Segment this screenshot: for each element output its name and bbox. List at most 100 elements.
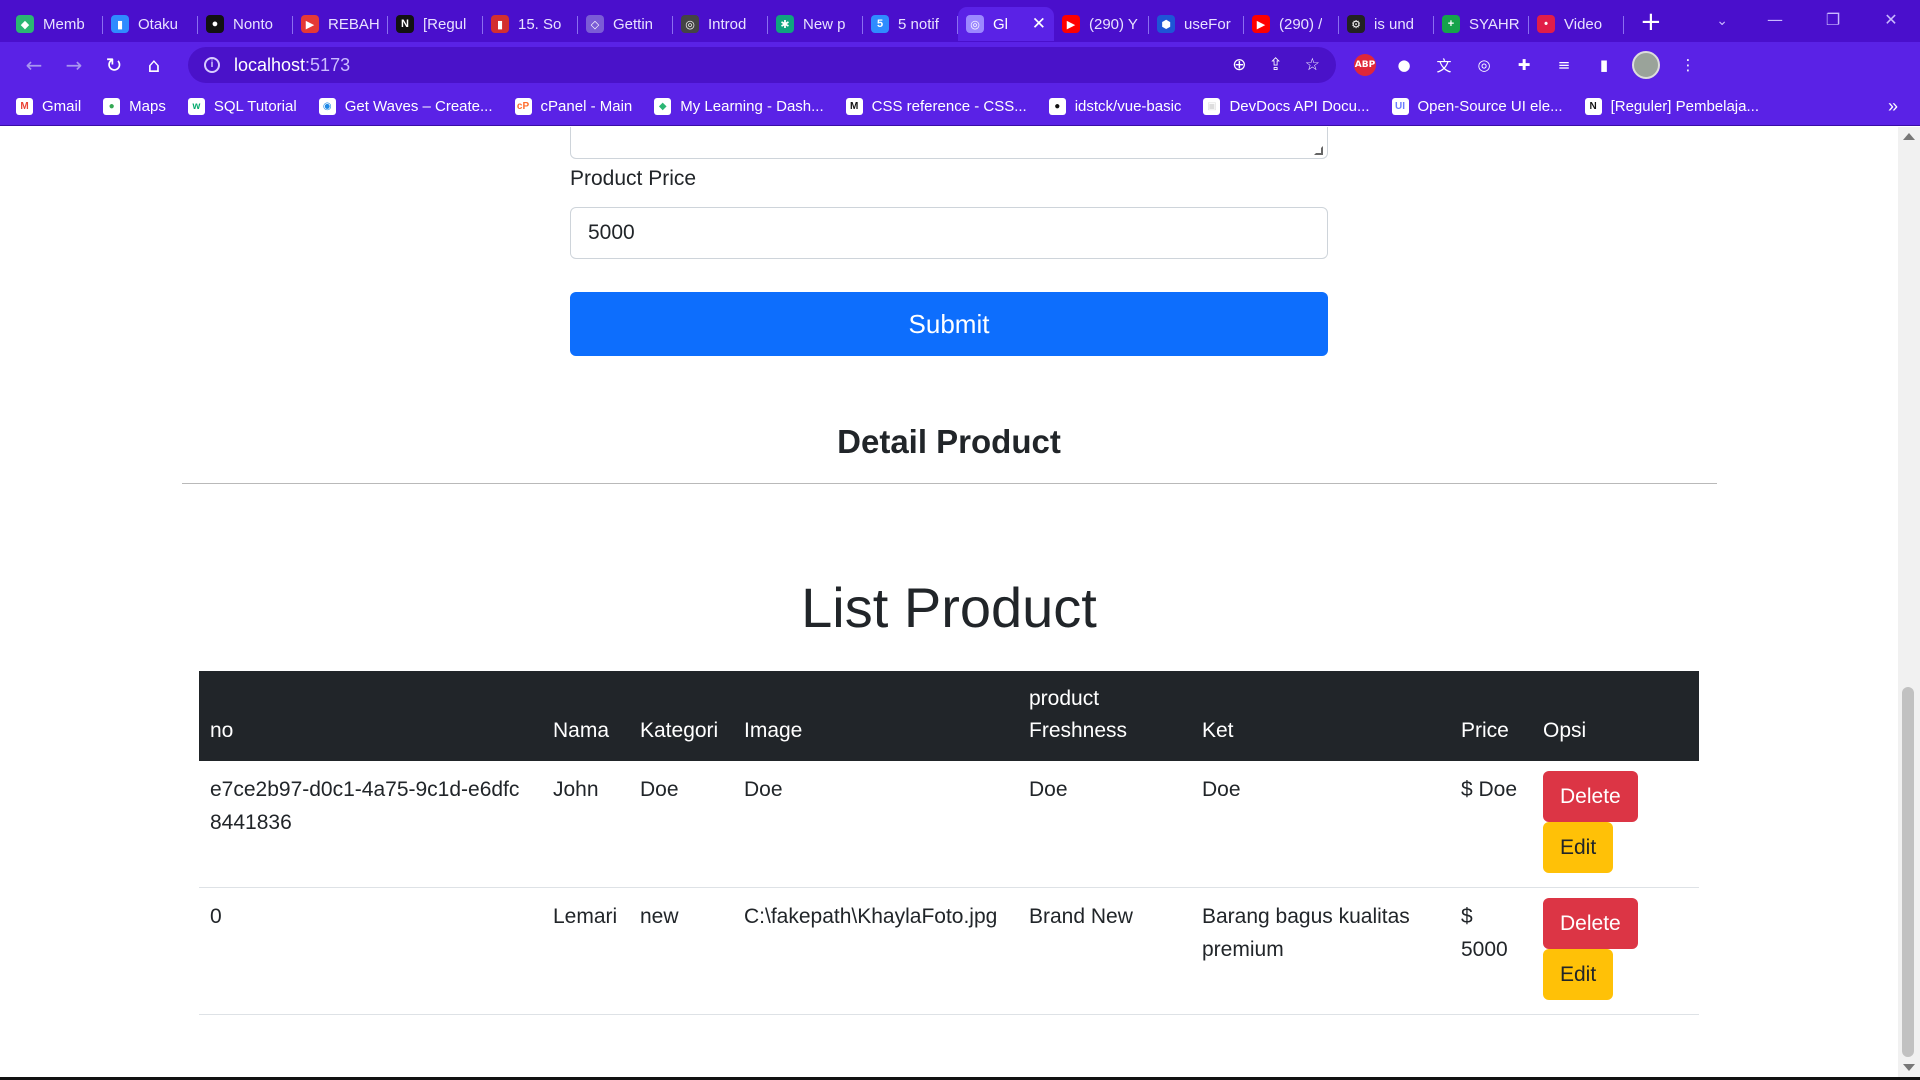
delete-button[interactable]: Delete [1543,771,1638,822]
extension-dark-icon[interactable]: ● [1392,53,1416,77]
browser-tab[interactable]: ▮ 15. So [483,7,578,41]
tab-favicon-icon: ✱ [776,15,794,33]
zoom-icon[interactable]: ⊕ [1232,55,1246,75]
scroll-up-icon[interactable] [1903,133,1915,140]
tab-favicon-icon: ◎ [966,15,984,33]
tab-favicon-icon: ⚙ [1347,15,1365,33]
cell-price: $ Doe [1450,761,1532,888]
submit-button[interactable]: Submit [570,292,1328,356]
tab-label: useFor [1184,15,1231,33]
back-arrow-icon[interactable]: ← [14,53,54,77]
delete-button[interactable]: Delete [1543,898,1638,949]
side-panel-icon[interactable]: ▮ [1592,53,1616,77]
bookmarks-overflow-icon[interactable]: » [1888,96,1898,117]
tab-favicon-icon: ▮ [491,15,509,33]
browser-tab[interactable]: ▶ (290) Y [1054,7,1149,41]
browser-tab[interactable]: ◎ Gl ✕ [958,7,1054,41]
bookmark-favicon-icon: ▣ [1203,98,1221,115]
forward-arrow-icon[interactable]: → [54,53,94,77]
bookmark-item[interactable]: UI Open-Source UI ele... [1391,98,1563,115]
home-icon[interactable]: ⌂ [134,53,174,77]
edit-button[interactable]: Edit [1543,949,1614,1000]
bookmark-item[interactable]: N [Reguler] Pembelaja... [1584,98,1759,115]
bookmark-item[interactable]: cP cPanel - Main [514,98,633,115]
minimize-icon[interactable]: — [1746,0,1804,42]
scroll-thumb[interactable] [1902,687,1914,1057]
tab-label: Video [1564,15,1603,33]
cell-no: 0 [199,887,542,1015]
profile-avatar[interactable] [1632,51,1660,79]
tab-label: Gettin [613,15,654,33]
translate-icon[interactable]: 文 [1432,53,1456,77]
close-window-icon[interactable]: ✕ [1862,0,1920,42]
cell-no: e7ce2b97-d0c1-4a75-9c1d-e6dfc8441836 [199,761,542,888]
restore-icon[interactable]: ❐ [1804,0,1862,42]
media-queue-icon[interactable]: ≡ [1552,53,1576,77]
browser-tab[interactable]: • Video [1529,7,1624,41]
browser-tab[interactable]: ◆ Memb [8,7,103,41]
cell-image: C:\fakepath\KhaylaFoto.jpg [733,887,1018,1015]
header-kategori: Kategori [629,671,733,761]
tab-label: Gl [993,15,1008,33]
bookmark-item[interactable]: w SQL Tutorial [187,98,297,115]
tab-label: 5 notif [898,15,939,33]
bookmark-item[interactable]: ● Maps [103,98,166,115]
page-scrollbar[interactable] [1898,127,1920,1077]
browser-tab[interactable]: ▮ Otaku [103,7,198,41]
cell-nama: John [542,761,629,888]
browser-tab[interactable]: ⚙ is und [1339,7,1434,41]
browser-tab[interactable]: ◇ Gettin [578,7,673,41]
bookmark-label: [Reguler] Pembelaja... [1610,98,1759,115]
browser-tab[interactable]: ✱ New p [768,7,863,41]
bookmark-favicon-icon: UI [1391,98,1409,115]
cell-kategori: new [629,887,733,1015]
tab-label: Introd [708,15,747,33]
resize-grip-icon[interactable] [1314,146,1323,155]
browser-tab[interactable]: ◎ Introd [673,7,768,41]
bookmark-item[interactable]: M Gmail [16,98,81,115]
header-freshness-line1: product [1029,687,1100,710]
share-icon[interactable]: ⇪ [1269,55,1283,75]
browser-tab[interactable]: + SYAHR [1434,7,1529,41]
bookmark-favicon-icon: ◉ [318,98,336,115]
header-image: Image [733,671,1018,761]
bookmark-item[interactable]: ◆ My Learning - Dash... [654,98,824,115]
bookmark-item[interactable]: ● idstck/vue-basic [1048,98,1181,115]
tab-favicon-icon: ▶ [1062,15,1080,33]
puzzle-extensions-icon[interactable]: ✚ [1512,53,1536,77]
browser-menu-icon[interactable]: ⋮ [1676,53,1700,77]
bookmark-label: cPanel - Main [540,98,633,115]
bookmark-favicon-icon: M [845,98,863,115]
browser-tab[interactable]: ⬢ useFor [1149,7,1244,41]
tab-search-chevron-icon[interactable]: ⌄ [1716,0,1728,40]
tab-favicon-icon: ◎ [681,15,699,33]
bookmark-item[interactable]: ◉ Get Waves – Create... [318,98,493,115]
browser-tab[interactable]: ● Nonto [198,7,293,41]
adblock-icon[interactable]: ABP [1354,54,1376,76]
address-bar[interactable]: i localhost:5173 ⊕ ⇪ ☆ [188,47,1336,83]
new-tab-icon[interactable]: + [1640,7,1662,37]
site-info-icon[interactable]: i [204,57,220,73]
bookmark-item[interactable]: ▣ DevDocs API Docu... [1203,98,1370,115]
browser-tab[interactable]: ▶ REBAH [293,7,388,41]
browser-tab[interactable]: N [Regul [388,7,483,41]
header-freshness-line2: Freshness [1029,719,1128,742]
edit-button[interactable]: Edit [1543,822,1614,873]
description-textarea[interactable] [570,127,1328,159]
browser-tab[interactable]: 5 5 notif [863,7,958,41]
target-extension-icon[interactable]: ◎ [1472,53,1496,77]
cell-image: Doe [733,761,1018,888]
product-price-input[interactable]: 5000 [570,207,1328,259]
bookmark-star-icon[interactable]: ☆ [1305,55,1320,75]
scroll-down-icon[interactable] [1903,1064,1915,1071]
bookmark-favicon-icon: M [16,98,33,115]
reload-icon[interactable]: ↻ [94,53,134,77]
table-body: e7ce2b97-d0c1-4a75-9c1d-e6dfc8441836 Joh… [199,761,1699,1015]
cell-ket: Doe [1191,761,1450,888]
bookmark-item[interactable]: M CSS reference - CSS... [845,98,1027,115]
close-tab-icon[interactable]: ✕ [1032,14,1046,34]
header-opsi: Opsi [1532,671,1699,761]
tab-label: Memb [43,15,85,33]
bookmark-favicon-icon: N [1584,98,1602,115]
browser-tab[interactable]: ▶ (290) / [1244,7,1339,41]
